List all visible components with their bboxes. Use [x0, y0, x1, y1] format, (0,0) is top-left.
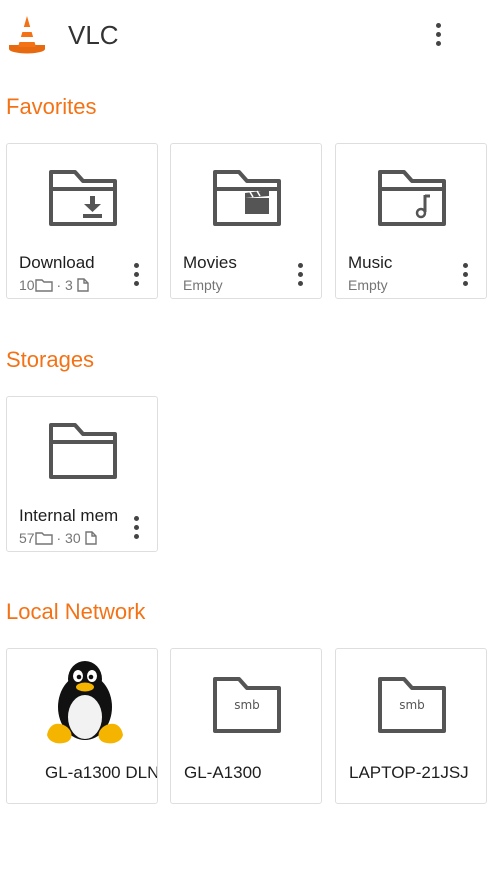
storages-row: Internal memory 57 · 30 — [0, 396, 494, 556]
card-subtitle: Empty — [183, 277, 223, 293]
card-more-button[interactable] — [131, 515, 143, 541]
favorite-card-music[interactable]: Music Empty — [335, 143, 487, 299]
file-small-icon — [77, 278, 89, 292]
card-more-button[interactable] — [460, 262, 472, 288]
card-name: LAPTOP-21JSJ — [349, 763, 469, 782]
folder-icon — [49, 423, 117, 479]
tux-linux-icon — [47, 661, 123, 744]
card-name: Movies — [183, 253, 237, 272]
folder-movie-icon — [213, 170, 281, 226]
card-more-button[interactable] — [295, 262, 307, 288]
card-name: Download — [19, 253, 95, 272]
favorites-row: Download 10 · 3 Movies Empty Music Empty — [0, 143, 494, 303]
file-small-icon — [84, 531, 97, 545]
folder-smb-icon: smb — [213, 677, 281, 733]
more-vert-icon — [436, 23, 441, 28]
folder-small-icon — [34, 279, 53, 292]
network-card-laptop[interactable]: smb LAPTOP-21JSJ — [335, 648, 487, 804]
favorite-card-movies[interactable]: Movies Empty — [170, 143, 322, 299]
network-card-gl-a1300[interactable]: smb GL-A1300 — [170, 648, 322, 804]
app-title: VLC — [68, 20, 119, 50]
card-subtitle: Empty — [348, 277, 388, 293]
top-app-bar: VLC — [0, 0, 494, 70]
card-name: GL-A1300 — [184, 763, 262, 782]
vlc-cone-icon — [9, 16, 45, 54]
card-name: Music — [348, 253, 393, 272]
card-name: Internal memory — [19, 506, 119, 525]
card-more-button[interactable] — [131, 262, 143, 288]
svg-text:smb: smb — [234, 698, 260, 712]
network-card-dlna[interactable]: GL-a1300 DLNA — [6, 648, 158, 804]
folder-smb-icon: smb — [378, 677, 446, 733]
favorite-card-download[interactable]: Download 10 · 3 — [6, 143, 158, 299]
storage-card-internal[interactable]: Internal memory 57 · 30 — [6, 396, 158, 552]
svg-text:smb: smb — [399, 698, 425, 712]
card-name: GL-a1300 DLNA — [45, 763, 157, 782]
storages-header: Storages — [6, 347, 95, 372]
local-network-header: Local Network — [6, 599, 146, 624]
folder-download-icon — [49, 170, 117, 226]
card-item-counts: 57 · 30 — [19, 530, 97, 546]
folder-small-icon — [34, 532, 53, 545]
folder-music-icon — [378, 170, 446, 226]
local-network-row: GL-a1300 DLNA smb GL-A1300 smb LAPTOP-21… — [0, 648, 494, 808]
favorites-header: Favorites — [6, 94, 97, 119]
more-options-button[interactable] — [426, 20, 452, 50]
card-item-counts: 10 · 3 — [19, 277, 89, 293]
